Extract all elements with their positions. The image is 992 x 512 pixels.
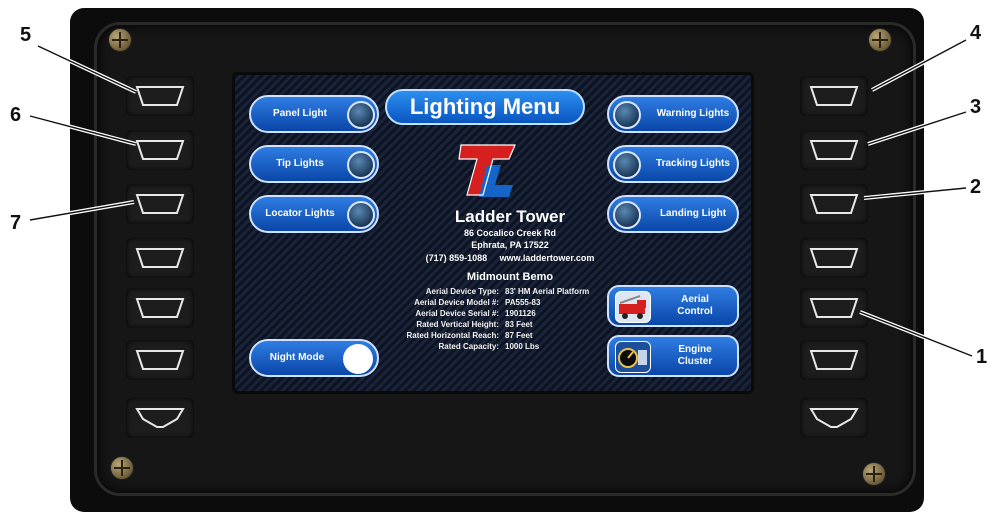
screw-bottom-left — [110, 456, 134, 480]
tracking-lights-button[interactable]: Tracking Lights — [607, 145, 739, 183]
panel-light-indicator-icon — [347, 101, 375, 129]
warning-lights-indicator-icon — [613, 101, 641, 129]
right-softkey-7[interactable] — [800, 398, 868, 438]
spec-value: 83' HM Aerial Platform — [505, 287, 590, 296]
left-softkey-6[interactable] — [126, 340, 194, 380]
menu-title: Lighting Menu — [385, 89, 585, 125]
warning-lights-label: Warning Lights — [656, 108, 730, 119]
left-softkey-4[interactable] — [126, 238, 194, 278]
spec-row: Aerial Device Model #: PA555-83 — [387, 298, 627, 309]
lcd-screen: Lighting Menu Panel Light Tip Lights Loc… — [232, 72, 754, 394]
right-softkey-5[interactable] — [800, 288, 868, 328]
tip-lights-button[interactable]: Tip Lights — [249, 145, 379, 183]
callout-1: 1 — [976, 346, 988, 368]
night-mode-toggle[interactable]: Night Mode — [249, 339, 379, 377]
softkey-outline-icon — [809, 408, 859, 428]
tip-lights-label: Tip Lights — [276, 158, 324, 169]
left-softkey-7[interactable] — [126, 398, 194, 438]
left-softkey-2[interactable] — [126, 130, 194, 170]
company-phone: (717) 859-1088 — [425, 253, 488, 263]
spec-row: Rated Capacity: 1000 Lbs — [387, 342, 627, 353]
spec-key: Aerial Device Model #: — [414, 298, 499, 307]
softkey-outline-icon — [135, 298, 185, 318]
spec-row: Aerial Device Serial #: 1901126 — [387, 309, 627, 320]
landing-light-label: Landing Light — [659, 208, 727, 219]
spec-value: 87 Feet — [505, 331, 533, 340]
callout-3: 3 — [970, 96, 982, 118]
warning-lights-button[interactable]: Warning Lights — [607, 95, 739, 133]
callout-2: 2 — [970, 176, 982, 198]
company-address-line2: Ephrata, PA 17522 — [471, 240, 549, 250]
locator-lights-label: Locator Lights — [265, 208, 335, 219]
spec-key: Rated Horizontal Reach: — [406, 331, 499, 340]
spec-row: Rated Vertical Height: 83 Feet — [387, 320, 627, 331]
spec-row: Aerial Device Type: 83' HM Aerial Platfor… — [387, 287, 627, 298]
panel-light-label: Panel Light — [273, 108, 327, 119]
softkey-outline-icon — [809, 350, 859, 370]
left-softkey-1[interactable] — [126, 76, 194, 116]
locator-lights-indicator-icon — [347, 201, 375, 229]
aerial-control-button[interactable]: Aerial Control — [607, 285, 739, 327]
spec-value: PA555-83 — [505, 298, 541, 307]
softkey-outline-icon — [809, 194, 859, 214]
softkey-outline-icon — [135, 140, 185, 160]
company-name: Ladder Tower — [454, 207, 566, 226]
softkey-outline-icon — [809, 140, 859, 160]
locator-lights-button[interactable]: Locator Lights — [249, 195, 379, 233]
company-contact-line: (717) 859-1088 www.laddertower.com — [385, 253, 635, 263]
softkey-outline-icon — [809, 298, 859, 318]
night-mode-label: Night Mode — [269, 352, 325, 363]
spec-value: 83 Feet — [505, 320, 533, 329]
screw-top-left — [108, 28, 132, 52]
right-softkey-4[interactable] — [800, 238, 868, 278]
softkey-outline-icon — [135, 194, 185, 214]
screw-bottom-right — [862, 462, 886, 486]
callout-4: 4 — [970, 22, 982, 44]
callout-5: 5 — [20, 24, 32, 46]
callout-7: 7 — [10, 212, 22, 234]
tracking-lights-label: Tracking Lights — [656, 158, 730, 169]
left-softkey-3[interactable] — [126, 184, 194, 224]
company-website: www.laddertower.com — [499, 253, 595, 263]
right-softkey-3[interactable] — [800, 184, 868, 224]
spec-value: 1901126 — [505, 309, 536, 318]
tip-lights-indicator-icon — [347, 151, 375, 179]
softkey-outline-icon — [135, 350, 185, 370]
ladder-tower-logo-icon — [458, 144, 516, 197]
spec-value: 1000 Lbs — [505, 342, 540, 351]
night-mode-knob-icon — [343, 344, 373, 374]
right-softkey-6[interactable] — [800, 340, 868, 380]
engine-gauge-icon — [615, 341, 651, 373]
company-address-line1: 86 Cocalico Creek Rd — [463, 228, 557, 238]
softkey-outline-icon — [135, 408, 185, 428]
specs-heading: Midmount Bemo — [466, 271, 554, 283]
spec-key: Rated Vertical Height: — [416, 320, 499, 329]
spec-row: Rated Horizontal Reach: 87 Feet — [387, 331, 627, 342]
softkey-outline-icon — [135, 248, 185, 268]
fire-truck-icon — [615, 291, 651, 323]
softkey-outline-icon — [809, 86, 859, 106]
screw-top-right — [868, 28, 892, 52]
spec-key: Aerial Device Serial #: — [415, 309, 499, 318]
aerial-control-label: Aerial Control — [677, 294, 713, 317]
softkey-outline-icon — [809, 248, 859, 268]
tracking-lights-indicator-icon — [613, 151, 641, 179]
callout-6: 6 — [10, 104, 22, 126]
engine-cluster-button[interactable]: Engine Cluster — [607, 335, 739, 377]
right-softkey-2[interactable] — [800, 130, 868, 170]
right-softkey-1[interactable] — [800, 76, 868, 116]
spec-key: Rated Capacity: — [438, 342, 499, 351]
softkey-outline-icon — [135, 86, 185, 106]
engine-cluster-label: Engine Cluster — [677, 344, 713, 367]
left-softkey-5[interactable] — [126, 288, 194, 328]
spec-key: Aerial Device Type: — [425, 287, 499, 296]
panel-light-button[interactable]: Panel Light — [249, 95, 379, 133]
